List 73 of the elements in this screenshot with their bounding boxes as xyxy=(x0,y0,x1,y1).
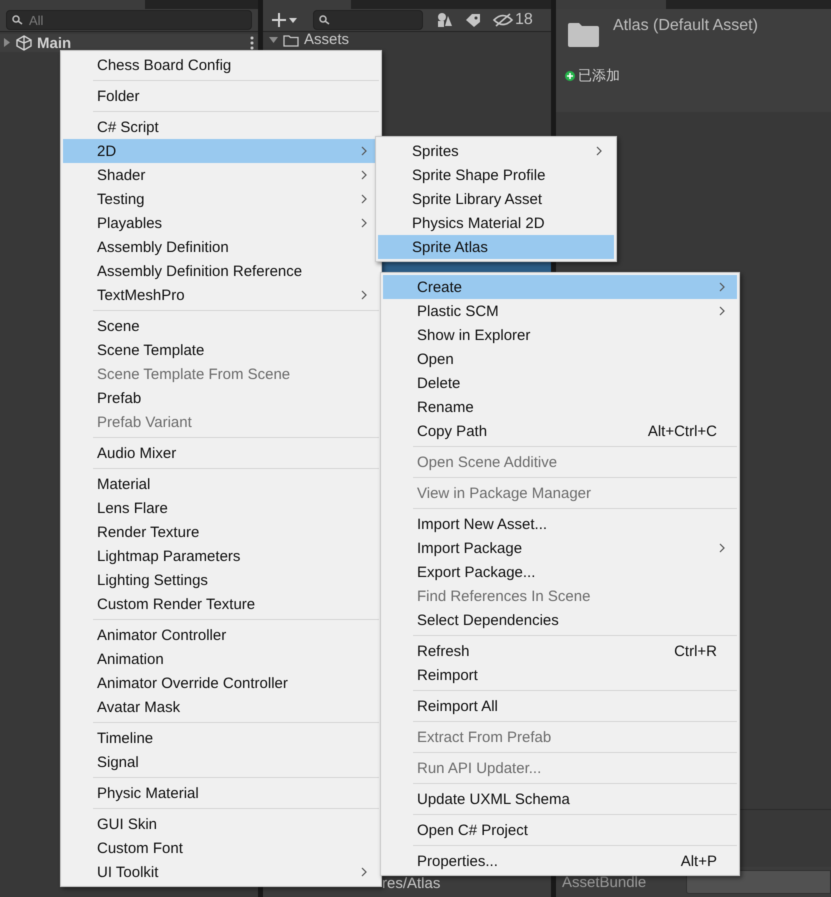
search-field[interactable]: All xyxy=(6,10,252,30)
menu-item[interactable]: Animator Override Controller xyxy=(63,671,379,695)
menu-item[interactable]: Scene xyxy=(63,314,379,338)
plus-icon xyxy=(565,71,575,81)
menu-item[interactable]: Custom Render Texture xyxy=(63,592,379,616)
menu-item[interactable]: Delete xyxy=(383,371,737,395)
menu-item[interactable]: Sprite Library Asset xyxy=(378,187,614,211)
menu-item[interactable]: Testing xyxy=(63,187,379,211)
menu-item[interactable]: Select Dependencies xyxy=(383,608,737,632)
dropdown-field[interactable] xyxy=(686,870,831,894)
menu-item[interactable]: TextMeshPro xyxy=(63,283,379,307)
menu-item[interactable]: Lens Flare xyxy=(63,496,379,520)
menu-item[interactable]: Scene Template xyxy=(63,338,379,362)
menu-item[interactable]: Physics Material 2D xyxy=(378,211,614,235)
menu-item[interactable]: Render Texture xyxy=(63,520,379,544)
menu-item[interactable]: Open C# Project xyxy=(383,818,737,842)
menu-item[interactable]: Physic Material xyxy=(63,781,379,805)
menu-item[interactable]: Show in Explorer xyxy=(383,323,737,347)
plus-icon xyxy=(271,12,287,28)
menu-item[interactable]: Animation xyxy=(63,647,379,671)
menu-item[interactable]: Plastic SCM xyxy=(383,299,737,323)
menu-item[interactable]: Assembly Definition Reference xyxy=(63,259,379,283)
search-field[interactable] xyxy=(313,10,423,30)
menu-item[interactable]: Folder xyxy=(63,84,379,108)
search-icon xyxy=(12,15,24,25)
expanded-triangle-icon[interactable] xyxy=(269,35,278,44)
folder-icon xyxy=(283,34,299,46)
folder-icon xyxy=(568,23,599,47)
menu-item[interactable]: Create xyxy=(383,275,737,299)
menu-item[interactable]: Refresh Ctrl+R xyxy=(383,639,737,663)
menu-item[interactable]: Reimport xyxy=(383,663,737,687)
menu-item[interactable]: Timeline xyxy=(63,726,379,750)
menu-item[interactable]: Sprite Atlas xyxy=(378,235,614,259)
menu-item[interactable]: Import Package xyxy=(383,536,737,560)
menu-item[interactable]: Animator Controller xyxy=(63,623,379,647)
status-text: 已添加 xyxy=(578,67,620,85)
menu-item[interactable]: Sprites xyxy=(378,139,614,163)
menu-item[interactable]: Open xyxy=(383,347,737,371)
menu-item[interactable]: Signal xyxy=(63,750,379,774)
menu-item[interactable]: Chess Board Config xyxy=(63,53,379,77)
menu-item[interactable]: Export Package... xyxy=(383,560,737,584)
inspector-title: Atlas (Default Asset) xyxy=(613,17,758,35)
menu-item[interactable]: Rename xyxy=(383,395,737,419)
menu-item[interactable]: Copy Path Alt+Ctrl+C xyxy=(383,419,737,443)
menu-item[interactable]: Custom Font xyxy=(63,836,379,860)
field-label: AssetBundle xyxy=(562,874,646,890)
cube-icon xyxy=(16,35,32,51)
eye-slash-icon xyxy=(493,13,513,27)
menu-item[interactable]: Material xyxy=(63,472,379,496)
tree-row[interactable]: Assets xyxy=(263,32,551,48)
menu-item[interactable]: Assembly Definition xyxy=(63,235,379,259)
menu-item[interactable]: Playables xyxy=(63,211,379,235)
kebab-menu-icon[interactable] xyxy=(250,36,254,50)
menu-item[interactable]: Audio Mixer xyxy=(63,441,379,465)
search-icon xyxy=(319,15,331,25)
scene-row[interactable]: Main xyxy=(0,34,258,52)
menu-item[interactable]: Lightmap Parameters xyxy=(63,544,379,568)
path-text: res/Atlas xyxy=(381,874,440,892)
menu-item[interactable]: GUI Skin xyxy=(63,812,379,836)
menu-item[interactable]: C# Script xyxy=(63,115,379,139)
caret-icon xyxy=(289,18,297,22)
menu-item[interactable]: Import New Asset... xyxy=(383,512,737,536)
menu-item[interactable]: Update UXML Schema xyxy=(383,787,737,811)
menu-item[interactable]: Lighting Settings xyxy=(63,568,379,592)
menu-item[interactable]: Properties... Alt+P xyxy=(383,849,737,873)
menu-item[interactable]: Sprite Shape Profile xyxy=(378,163,614,187)
menu-item[interactable]: Shader xyxy=(63,163,379,187)
collapsed-triangle-icon[interactable] xyxy=(2,38,11,47)
menu-item[interactable]: Prefab xyxy=(63,386,379,410)
menu-item[interactable]: Avatar Mask xyxy=(63,695,379,719)
hidden-count-button[interactable]: 18 xyxy=(489,9,537,31)
menu-item[interactable]: UI Toolkit xyxy=(63,860,379,884)
menu-item[interactable]: Reimport All xyxy=(383,694,737,718)
